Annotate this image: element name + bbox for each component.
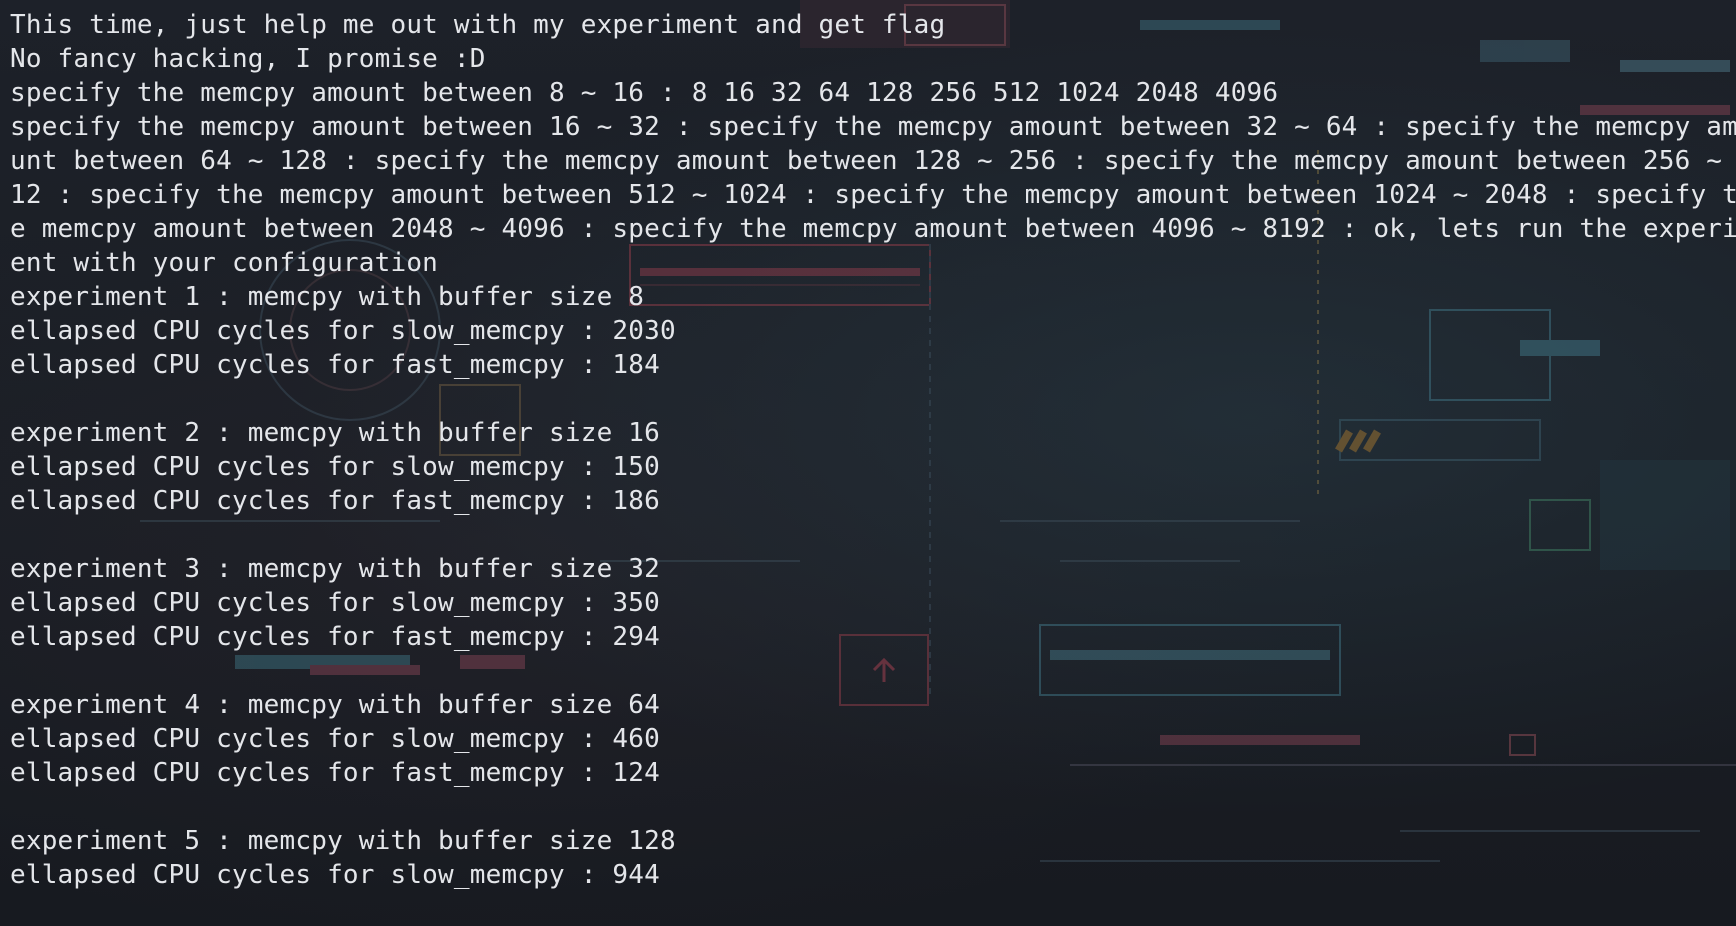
terminal-window[interactable]: This time, just help me out with my expe…: [0, 0, 1736, 926]
terminal-line: experiment 1 : memcpy with buffer size 8: [10, 282, 645, 312]
terminal-line: specify the memcpy amount between 8 ~ 16…: [10, 78, 1279, 108]
terminal-line: experiment 5 : memcpy with buffer size 1…: [10, 826, 676, 856]
terminal-line: ellapsed CPU cycles for slow_memcpy : 15…: [10, 452, 660, 482]
terminal-line: experiment 2 : memcpy with buffer size 1…: [10, 418, 660, 448]
terminal-line: ellapsed CPU cycles for fast_memcpy : 18…: [10, 350, 660, 380]
terminal-line: ellapsed CPU cycles for fast_memcpy : 29…: [10, 622, 660, 652]
terminal-line: specify the memcpy amount between 16 ~ 3…: [10, 112, 1736, 142]
terminal-line: unt between 64 ~ 128 : specify the memcp…: [10, 146, 1736, 176]
shell-prompt[interactable]: ➜memcpy: [10, 892, 204, 926]
terminal-line: ellapsed CPU cycles for slow_memcpy : 35…: [10, 588, 660, 618]
terminal-line: ellapsed CPU cycles for slow_memcpy : 46…: [10, 724, 660, 754]
terminal-line: ellapsed CPU cycles for slow_memcpy : 20…: [10, 316, 676, 346]
terminal-line: ellapsed CPU cycles for slow_memcpy : 94…: [10, 860, 660, 890]
terminal-output: This time, just help me out with my expe…: [10, 8, 1736, 892]
terminal-line: This time, just help me out with my expe…: [10, 10, 946, 40]
terminal-line: No fancy hacking, I promise :D: [10, 44, 486, 74]
terminal-line: experiment 3 : memcpy with buffer size 3…: [10, 554, 660, 584]
terminal-line: ellapsed CPU cycles for fast_memcpy : 18…: [10, 486, 660, 516]
terminal-line: ent with your configuration: [10, 248, 439, 278]
terminal-line: experiment 4 : memcpy with buffer size 6…: [10, 690, 660, 720]
terminal-line: 12 : specify the memcpy amount between 5…: [10, 180, 1736, 210]
terminal-line: e memcpy amount between 2048 ~ 4096 : sp…: [10, 214, 1736, 244]
terminal-line: ellapsed CPU cycles for fast_memcpy : 12…: [10, 758, 660, 788]
